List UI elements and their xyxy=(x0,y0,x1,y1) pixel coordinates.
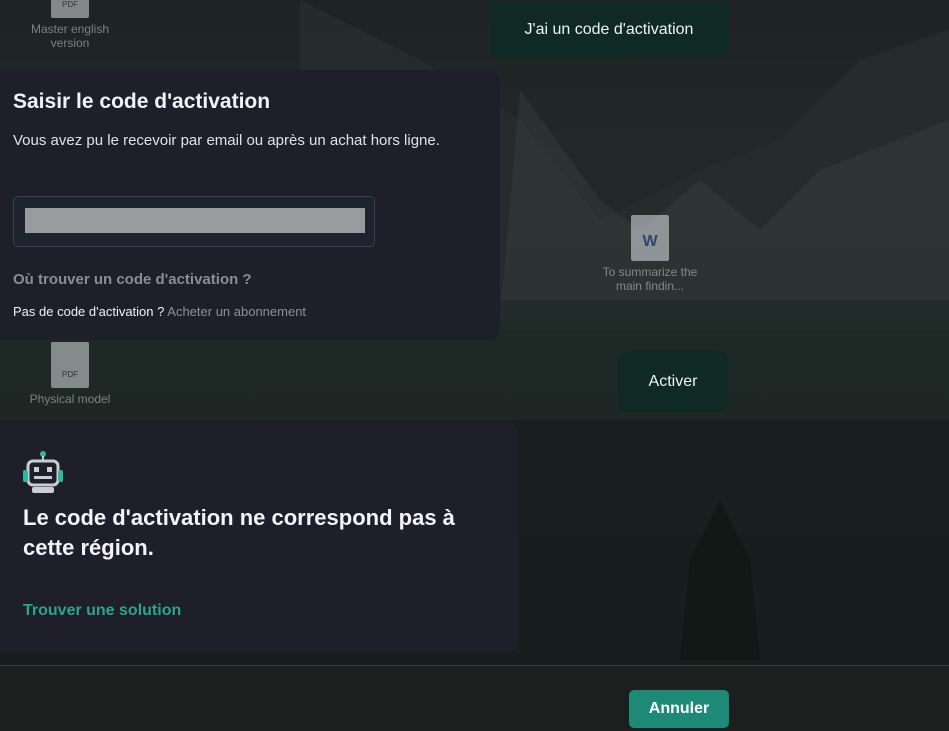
activation-code-field xyxy=(13,196,375,247)
activate-button[interactable]: Activer xyxy=(618,351,728,412)
activation-code-button[interactable]: J'ai un code d'activation xyxy=(490,2,728,58)
desktop-icon-pdf-bottom[interactable]: PDF Physical model xyxy=(15,342,125,406)
desktop-icon-caption: Master english version xyxy=(30,22,110,50)
panel-description: Vous avez pu le recevoir par email ou ap… xyxy=(13,132,440,149)
pdf-file-icon: PDF xyxy=(51,342,89,388)
desktop-icon-caption: To summarize the main findin... xyxy=(602,265,698,293)
robot-icon xyxy=(23,451,63,493)
no-code-line: Pas de code d'activation ? Acheter un ab… xyxy=(13,304,306,319)
cancel-button[interactable]: Annuler xyxy=(629,690,729,728)
error-message: Le code d'activation ne correspond pas à… xyxy=(23,505,455,560)
word-file-icon: W xyxy=(631,215,669,261)
desktop-icon-caption: Physical model xyxy=(29,392,111,406)
desktop-icon-pdf-top[interactable]: PDF Master english version xyxy=(15,0,125,50)
pdf-file-icon: PDF xyxy=(51,0,89,18)
where-to-find-code-link[interactable]: Où trouver un code d'activation ? xyxy=(13,271,252,288)
find-solution-link[interactable]: Trouver une solution xyxy=(23,602,181,620)
footer-divider xyxy=(0,665,949,666)
activation-code-input[interactable] xyxy=(25,208,365,233)
desktop-icon-word[interactable]: W To summarize the main findin... xyxy=(595,215,705,293)
no-code-text: Pas de code d'activation ? xyxy=(13,304,165,319)
buy-subscription-link[interactable]: Acheter un abonnement xyxy=(167,304,306,319)
panel-title: Saisir le code d'activation xyxy=(13,90,271,113)
